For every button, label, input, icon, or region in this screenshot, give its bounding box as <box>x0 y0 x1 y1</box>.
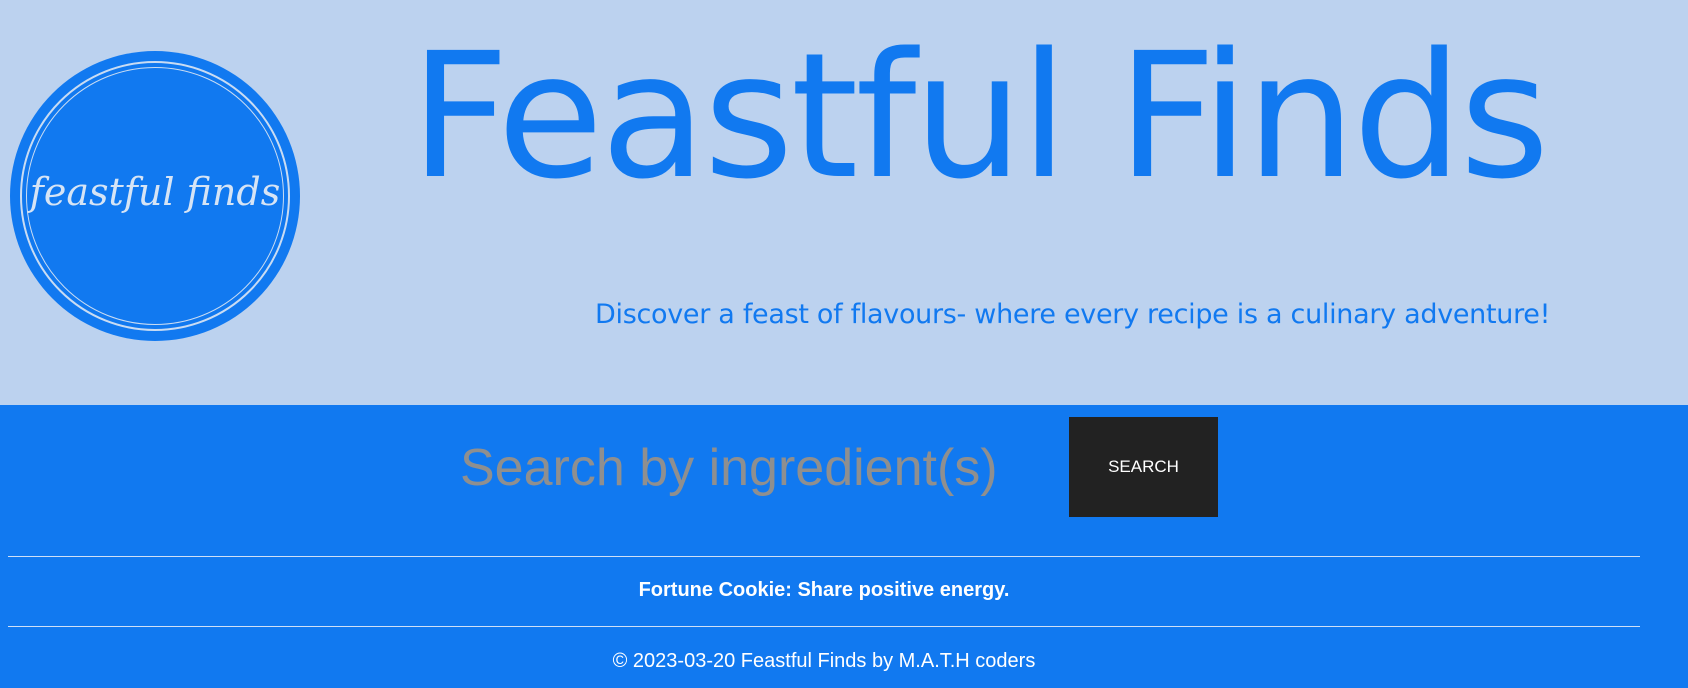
page: feastful finds Feastful Finds Discover a… <box>0 0 1688 688</box>
logo[interactable]: feastful finds <box>10 51 300 341</box>
fortune-cookie-text: Fortune Cookie: Share positive energy. <box>638 579 1010 601</box>
header: feastful finds Feastful Finds Discover a… <box>0 0 1688 405</box>
tagline: Discover a feast of flavours- where ever… <box>595 299 1551 330</box>
logo-text: feastful finds <box>29 170 281 214</box>
search-button[interactable]: SEARCH <box>1069 417 1218 517</box>
copyright-text: © 2023-03-20 Feastful Finds by M.A.T.H c… <box>612 650 1036 672</box>
footer-divider-top <box>8 556 1640 557</box>
footer-divider-bottom <box>8 626 1640 627</box>
page-title: Feastful Finds <box>410 15 1550 217</box>
search-input[interactable] <box>460 425 1040 510</box>
